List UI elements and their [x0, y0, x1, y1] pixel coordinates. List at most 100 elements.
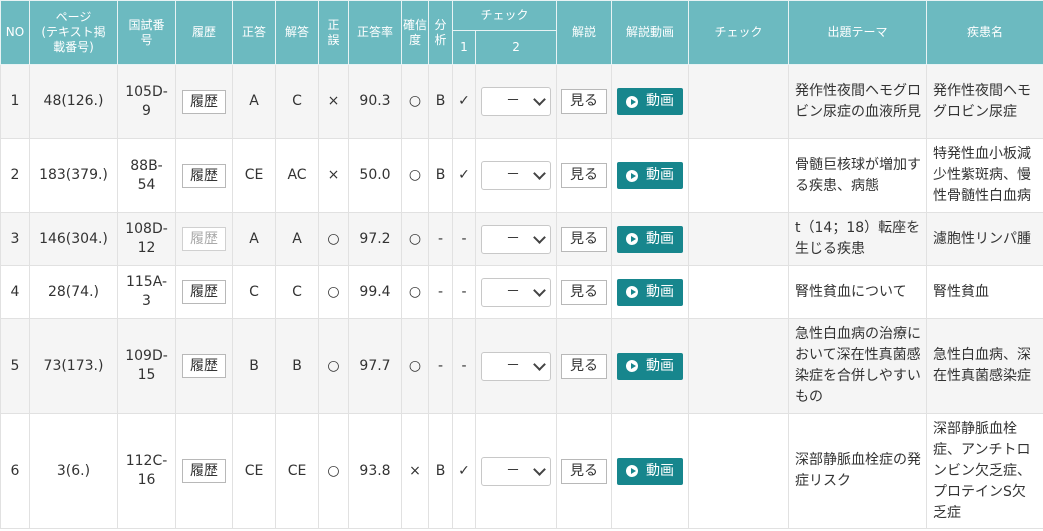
row-result: ○ — [318, 265, 349, 319]
row-video-cell: 動画 — [611, 64, 690, 139]
history-button[interactable]: 履歴 — [182, 280, 226, 304]
row-disease: 深部静脈血栓症、アンチトロンビン欠乏症、プロテインS欠乏症 — [926, 413, 1043, 529]
view-explanation-button[interactable]: 見る — [561, 89, 608, 114]
row-answer: C — [275, 265, 319, 319]
row-check-cell — [688, 413, 790, 529]
play-icon — [626, 233, 639, 245]
row-page: 146(304.) — [29, 212, 118, 266]
chevron-down-icon — [533, 283, 546, 297]
view-explanation-button[interactable]: 見る — [561, 163, 608, 188]
row-history-cell: 履歴 — [175, 413, 233, 529]
row-correct: CE — [232, 413, 276, 529]
video-button-label: 動画 — [646, 283, 675, 300]
video-button[interactable]: 動画 — [617, 278, 684, 306]
row-exam-number: 108D- 12 — [117, 212, 176, 266]
video-button[interactable]: 動画 — [617, 162, 684, 189]
history-button[interactable]: 履歴 — [182, 89, 226, 114]
video-button[interactable]: 動画 — [617, 225, 684, 253]
check-select[interactable]: － — [481, 87, 551, 116]
header-exam-number: 国試番 号 — [117, 0, 176, 65]
video-button[interactable]: 動画 — [617, 88, 684, 115]
header-right-wrong: 正 誤 — [318, 0, 349, 65]
video-button-label: 動画 — [646, 93, 675, 109]
row-theme: 深部静脈血栓症の発症リスク — [788, 413, 928, 529]
row-explanation-cell: 見る — [556, 64, 613, 139]
header-page: ページ (テキスト掲 載番号) — [29, 0, 118, 65]
row-no: 3 — [0, 212, 30, 266]
row-history-cell: 履歴 — [175, 265, 233, 319]
row-answer: A — [275, 212, 319, 266]
row-result: ○ — [318, 318, 349, 414]
play-icon — [626, 465, 639, 477]
row-no: 2 — [0, 138, 30, 213]
row-analysis: - — [428, 265, 453, 319]
row-no: 5 — [0, 318, 30, 414]
row-result: ○ — [318, 212, 349, 266]
row-analysis: - — [428, 212, 453, 266]
video-button[interactable]: 動画 — [617, 457, 684, 485]
header-history: 履歴 — [175, 0, 233, 65]
row-disease: 発作性夜間ヘモグロビン尿症 — [926, 64, 1043, 139]
row-correct: CE — [232, 138, 276, 213]
view-explanation-button[interactable]: 見る — [561, 226, 608, 252]
header-theme: 出題テーマ — [788, 0, 928, 65]
history-button[interactable]: 履歴 — [182, 459, 226, 483]
row-exam-number: 109D- 15 — [117, 318, 176, 414]
row-check2-cell: － — [474, 413, 558, 529]
row-rate: 97.2 — [348, 212, 402, 266]
video-button-label: 動画 — [646, 462, 675, 479]
table-row: 4 28(74.) 115A- 3 履歴 C C ○ 99.4 ○ - - －見る 動画 腎性貧血について… — [0, 265, 1043, 319]
header-disease: 疾患名 — [926, 0, 1043, 65]
check-select[interactable]: － — [481, 224, 551, 254]
table-row: 2 183(379.) 88B- 54 履歴 CE AC × 50.0 ○ B ✓ － 見る 動画 骨髄巨核… — [0, 138, 1043, 213]
check-select[interactable]: － — [481, 161, 551, 190]
row-check1: - — [452, 318, 476, 414]
check-select[interactable]: － — [481, 277, 551, 307]
row-analysis: B — [428, 138, 453, 213]
row-result: ○ — [318, 413, 349, 529]
row-confidence: ○ — [401, 64, 429, 139]
row-video-cell: 動画 — [611, 138, 690, 213]
row-exam-number: 105D- 9 — [117, 64, 176, 139]
check-select-value: － — [506, 357, 520, 374]
play-icon — [626, 169, 639, 182]
row-result: × — [318, 64, 349, 139]
row-correct: C — [232, 265, 276, 319]
header-check-1: 1 — [452, 30, 476, 65]
row-check2-cell: － — [474, 64, 558, 139]
check-select[interactable]: － — [481, 351, 551, 381]
header-analysis: 分 析 — [428, 0, 453, 65]
row-no: 6 — [0, 413, 30, 529]
row-confidence: ○ — [401, 212, 429, 266]
row-confidence: ○ — [401, 138, 429, 213]
history-button[interactable]: 履歴 — [182, 163, 226, 188]
row-explanation-cell: 見る — [556, 265, 613, 319]
check-select-value: － — [506, 93, 520, 109]
video-button[interactable]: 動画 — [617, 352, 684, 380]
row-correct: A — [232, 212, 276, 266]
table-row: 5 73(173.) 109D- 15 履歴 B B ○ 97.7 ○ - - －見る 動画 急性白血病の… — [0, 318, 1043, 414]
row-video-cell: 動画 — [611, 413, 690, 529]
header-no: NO — [0, 0, 30, 65]
row-check1: - — [452, 265, 476, 319]
row-rate: 97.7 — [348, 318, 402, 414]
header-rate: 正答率 — [348, 0, 402, 65]
table-row: 3 146(304.) 108D- 12 履歴 A A ○ 97.2 ○ - - －見る 動画 t（14；… — [0, 212, 1043, 266]
check-select[interactable]: － — [481, 456, 551, 486]
row-page: 48(126.) — [29, 64, 118, 139]
row-explanation-cell: 見る — [556, 318, 613, 414]
row-page: 183(379.) — [29, 138, 118, 213]
view-explanation-button[interactable]: 見る — [561, 458, 608, 484]
row-analysis: B — [428, 64, 453, 139]
video-button-label: 動画 — [646, 167, 675, 183]
view-explanation-button[interactable]: 見る — [561, 353, 608, 379]
results-table: NO ページ (テキスト掲 載番号) 国試番 号 履歴 正答 解答 正 誤 正答… — [0, 0, 1043, 529]
table-row: 1 48(126.) 105D- 9 履歴 A C × 90.3 ○ B ✓ － 見る 動画 発作性夜間ヘモ… — [0, 64, 1043, 139]
history-button[interactable]: 履歴 — [182, 354, 226, 378]
header-correct: 正答 — [232, 0, 276, 65]
header-explanation: 解説 — [556, 0, 613, 65]
view-explanation-button[interactable]: 見る — [561, 279, 608, 305]
header-check-2: 2 — [474, 30, 558, 65]
row-no: 4 — [0, 265, 30, 319]
row-check2-cell: － — [474, 318, 558, 414]
